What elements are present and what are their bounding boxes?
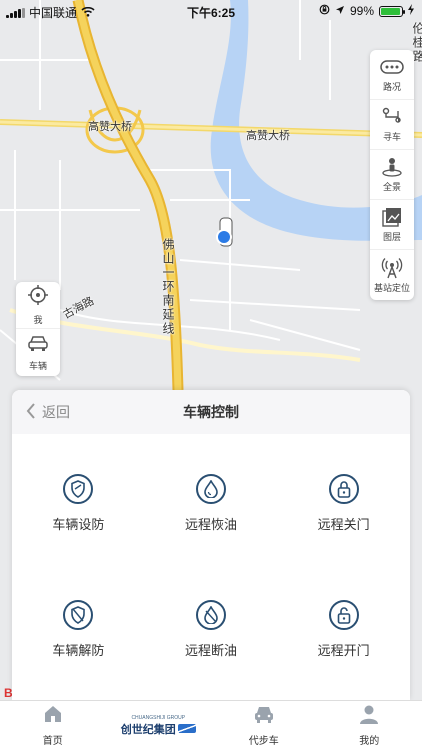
- fuel-drop-off-icon: [195, 600, 226, 630]
- sheet-header: 返回 车辆控制: [12, 390, 410, 434]
- locate-vehicle-label: 车辆: [28, 360, 47, 371]
- remote-lock-label: 远程关门: [317, 517, 370, 532]
- tab-brand[interactable]: CHUANGSHIJI GROUP 创世纪集团: [106, 701, 212, 750]
- cut-fuel-label: 远程断油: [184, 643, 237, 658]
- traffic-button[interactable]: 路况: [370, 50, 414, 100]
- vehicle-control-sheet: 返回 车辆控制 车辆设防 远程恢油 远程关门 车辆解防 远程断油 远程开门: [12, 390, 410, 700]
- car-tab-icon: [253, 704, 275, 729]
- map-label-bridge-east: 高赞大桥: [246, 130, 290, 142]
- shield-off-icon: [63, 600, 94, 630]
- brand-name: 创世纪集团: [120, 723, 176, 736]
- status-right: 99%: [319, 4, 414, 18]
- control-grid: 车辆设防 远程恢油 远程关门 车辆解防 远程断油 远程开门: [12, 474, 410, 726]
- layers-button[interactable]: 图层: [370, 200, 414, 250]
- arm-vehicle-button[interactable]: 车辆设防: [12, 474, 145, 600]
- locate-me-button[interactable]: 我: [16, 282, 60, 329]
- location-arrow-icon: [335, 4, 345, 18]
- route-icon: [380, 106, 404, 128]
- lock-open-icon: [328, 600, 359, 630]
- back-label: 返回: [42, 404, 70, 420]
- restore-fuel-label: 远程恢油: [184, 517, 237, 532]
- tab-mine[interactable]: 我的: [317, 701, 422, 750]
- brand-mark: 创世纪集团: [121, 721, 196, 737]
- cell-location-button[interactable]: 基站定位: [370, 250, 414, 300]
- traffic-icon: [380, 56, 404, 78]
- find-car-button[interactable]: 寻车: [370, 100, 414, 150]
- layers-icon: [380, 206, 404, 228]
- tab-mine-label: 我的: [359, 736, 380, 747]
- shield-icon: [63, 474, 94, 504]
- remote-lock-button[interactable]: 远程关门: [277, 474, 410, 600]
- panorama-label: 全景: [382, 182, 401, 192]
- charging-icon: [408, 4, 414, 18]
- locate-me-label: 我: [33, 315, 43, 325]
- crosshair-icon: [27, 284, 49, 311]
- panorama-button[interactable]: 全景: [370, 150, 414, 200]
- battery-icon: [379, 5, 405, 17]
- cell-tower-icon: [380, 257, 404, 279]
- disarm-vehicle-label: 车辆解防: [52, 643, 105, 658]
- brand-logo: CHUANGSHIJI GROUP 创世纪集团: [121, 715, 196, 737]
- brand-flag-icon: [177, 724, 196, 733]
- restore-fuel-button[interactable]: 远程恢油: [145, 474, 278, 600]
- layers-label: 图层: [382, 232, 401, 242]
- find-car-label: 寻车: [382, 132, 401, 142]
- tab-bar: 首页 CHUANGSHIJI GROUP 创世纪集团 代步车 我的: [0, 700, 422, 750]
- remote-unlock-label: 远程开门: [317, 643, 370, 658]
- tab-courtesy-car-label: 代步车: [248, 736, 279, 747]
- sheet-title: 车辆控制: [183, 404, 239, 420]
- traffic-label: 路况: [382, 82, 401, 92]
- cell-location-label: 基站定位: [373, 282, 410, 293]
- car-icon: [27, 334, 49, 357]
- back-button[interactable]: 返回: [26, 390, 70, 434]
- battery-percent: 99%: [349, 4, 374, 18]
- chevron-left-icon: [26, 402, 36, 422]
- map-label-bridge-west: 高赞大桥: [88, 121, 132, 133]
- arm-vehicle-label: 车辆设防: [52, 517, 105, 532]
- map-controls-left: 我 车辆: [16, 282, 60, 376]
- home-icon: [43, 704, 63, 729]
- status-bar: 中国联通 下午6:25 99%: [0, 0, 422, 22]
- fuel-drop-icon: [195, 474, 226, 504]
- tab-home-label: 首页: [42, 736, 63, 747]
- person-icon: [359, 704, 379, 729]
- map-label-ring-road: 佛山一环南延线: [161, 238, 175, 336]
- panorama-icon: [380, 156, 404, 178]
- rotation-lock-icon: [319, 4, 330, 18]
- location-dot[interactable]: [218, 231, 230, 243]
- locate-vehicle-button[interactable]: 车辆: [16, 329, 60, 376]
- tab-home[interactable]: 首页: [0, 701, 106, 750]
- lock-closed-icon: [328, 474, 359, 504]
- tab-courtesy-car[interactable]: 代步车: [211, 701, 317, 750]
- map-controls-right: 路况 寻车 全景 图层 基站定位: [370, 50, 414, 300]
